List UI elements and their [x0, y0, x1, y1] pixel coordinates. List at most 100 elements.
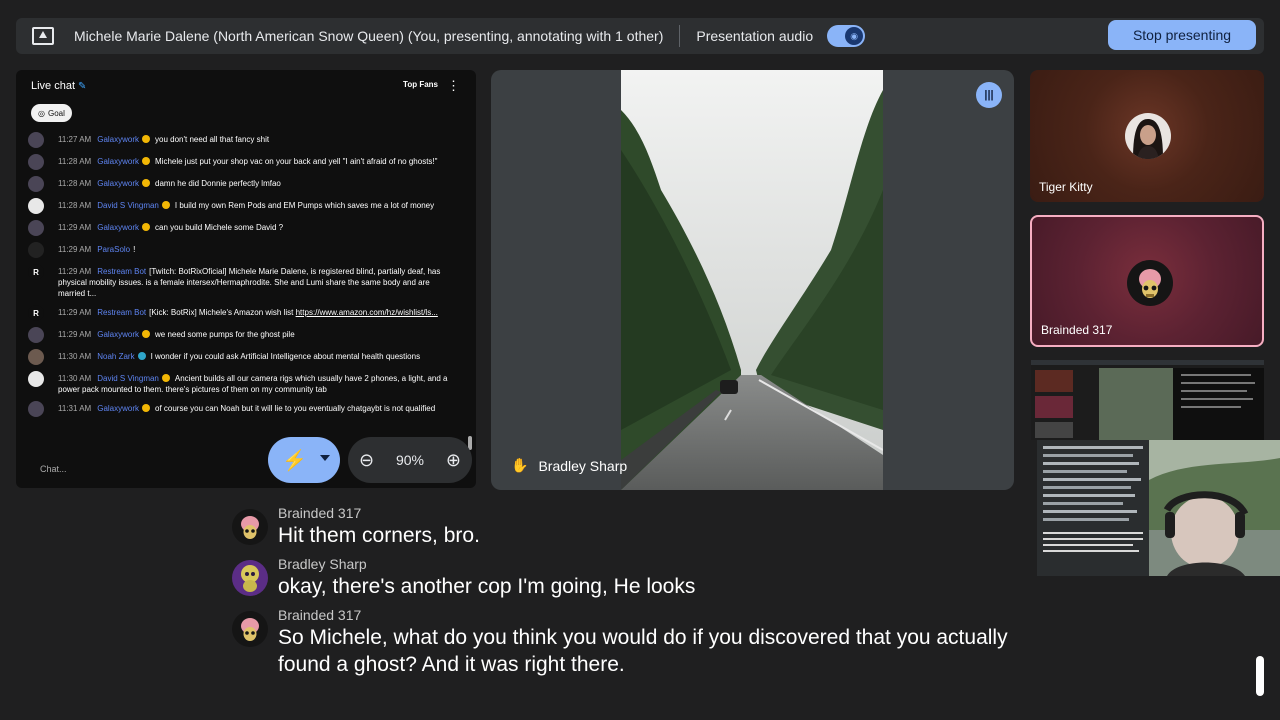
chevron-down-icon [320, 455, 330, 461]
caption-text: Hit them corners, bro. [278, 524, 480, 547]
avatar [232, 611, 268, 647]
caption-text: okay, there's another cop I'm going, He … [278, 575, 696, 598]
kebab-menu-icon[interactable]: ⋮ [447, 78, 460, 94]
presentation-audio-label: Presentation audio [696, 28, 814, 44]
zoom-level: 90% [395, 452, 424, 468]
zoom-in-icon[interactable]: ⊕ [446, 450, 461, 471]
message-author[interactable]: ParaSolo [97, 245, 130, 254]
message-author[interactable]: Galaxywork [97, 330, 139, 339]
captions-panel: Brainded 317 Hit them corners, bro. Brad… [232, 504, 1032, 684]
avatar-image [232, 611, 268, 647]
divider [679, 25, 681, 47]
road-video [621, 70, 883, 490]
webcam-image [1037, 440, 1280, 576]
avatar[interactable] [28, 371, 44, 387]
live-chat-title: Live chat [31, 80, 76, 92]
participant-name: Tiger Kitty [1039, 180, 1093, 194]
message-time: 11:31 AM [58, 404, 92, 413]
message-text: damn he did Donnie perfectly lmfao [155, 179, 281, 188]
message-author[interactable]: David S Vingman [97, 201, 159, 210]
member-badge-icon [142, 179, 151, 187]
avatar [232, 560, 268, 596]
wishlist-link[interactable]: https://www.amazon.com/hz/wishlist/ls... [296, 308, 438, 317]
present-screen-icon [32, 27, 54, 45]
list-item: 11:30 AM Noah Zark I wonder if you could a… [28, 349, 458, 365]
shared-screen-preview[interactable] [1031, 360, 1264, 440]
message-time: 11:28 AM [58, 201, 92, 210]
caption-entry: Bradley Sharp okay, there's another cop … [232, 555, 1032, 600]
participant-tile-brainded-317[interactable]: Brainded 317 [1030, 215, 1264, 347]
message-time: 11:28 AM [58, 179, 92, 188]
member-badge-icon [142, 135, 151, 143]
avatar[interactable]: R [28, 264, 44, 280]
tile-name-label: Bradley Sharp [538, 457, 628, 474]
speaking-indicator-icon: ||| [976, 82, 1002, 108]
presenting-bar: Michele Marie Dalene (North American Sno… [16, 18, 1264, 54]
avatar [1125, 113, 1171, 159]
stop-presenting-button[interactable]: Stop presenting [1108, 20, 1256, 50]
chat-input[interactable]: Chat... [30, 458, 300, 482]
message-text: can you build Michele some David ? [155, 223, 284, 232]
avatar[interactable]: R [28, 305, 44, 321]
message-time: 11:29 AM [58, 245, 92, 254]
message-text: we need some pumps for the ghost pile [155, 330, 295, 339]
message-author[interactable]: Restream Bot [97, 267, 146, 276]
avatar[interactable] [28, 401, 44, 417]
avatar-image [1125, 113, 1171, 159]
captions-scrollbar[interactable] [1256, 656, 1264, 696]
avatar[interactable] [28, 198, 44, 214]
message-time: 11:27 AM [58, 135, 92, 144]
message-author[interactable]: David S Vingman [97, 374, 159, 383]
message-text: [Kick: BotRix] Michele's Amazon wish lis… [149, 308, 296, 317]
message-time: 11:28 AM [58, 157, 92, 166]
message-time: 11:29 AM [58, 330, 92, 339]
member-badge-icon [142, 404, 151, 412]
caption-speaker: Brainded 317 [278, 607, 362, 623]
avatar[interactable] [28, 132, 44, 148]
list-item: R 11:29 AM Restream Bot [Twitch: BotRixOfi… [28, 264, 458, 299]
live-chat-header[interactable]: Live chat ✎ [31, 80, 86, 92]
message-author[interactable]: Galaxywork [97, 157, 139, 166]
avatar-image [1127, 260, 1173, 306]
message-author[interactable]: Galaxywork [97, 179, 139, 188]
message-author[interactable]: Galaxywork [97, 223, 139, 232]
avatar-image [232, 560, 268, 596]
annotate-button[interactable]: ⚡ [268, 437, 340, 483]
participant-tile-tiger-kitty[interactable]: Tiger Kitty [1030, 70, 1264, 202]
participant-name: Brainded 317 [1041, 323, 1113, 337]
presentation-audio-toggle[interactable]: ◉ [827, 25, 866, 47]
zoom-pill: ⊖ 90% ⊕ [348, 437, 472, 483]
list-item: 11:29 AM ParaSolo! [28, 242, 458, 258]
member-badge-icon [142, 157, 151, 165]
avatar[interactable] [28, 349, 44, 365]
list-item: 11:27 AM Galaxywork you don't need all tha… [28, 132, 458, 148]
message-author[interactable]: Galaxywork [97, 404, 139, 413]
message-author[interactable]: Galaxywork [97, 135, 139, 144]
message-author[interactable]: Restream Bot [97, 308, 146, 317]
avatar-image [232, 509, 268, 545]
caption-entry: Brainded 317 So Michele, what do you thi… [232, 606, 1032, 678]
avatar[interactable] [28, 327, 44, 343]
top-fans-button[interactable]: Top Fans [403, 80, 438, 89]
avatar[interactable] [28, 176, 44, 192]
road-video-frame [621, 70, 883, 490]
goal-chip[interactable]: ◎ Goal [31, 104, 72, 122]
avatar[interactable] [28, 242, 44, 258]
avatar[interactable] [28, 220, 44, 236]
main-video-tile[interactable]: ||| ✋ Bradley Sharp [491, 70, 1014, 490]
caption-speaker: Brainded 317 [278, 505, 362, 521]
message-text: I wonder if you could ask Artificial Int… [150, 352, 421, 361]
caption-text: So Michele, what do you think you would … [278, 626, 1008, 676]
audio-toggle-icon: ◉ [845, 27, 864, 45]
list-item: 11:28 AM Galaxywork damn he did Donnie per… [28, 176, 458, 192]
avatar [1127, 260, 1173, 306]
tile-name: ✋ Bradley Sharp [511, 457, 627, 474]
member-badge-icon [142, 223, 151, 231]
member-badge-icon [161, 374, 170, 382]
annotate-icon: ⚡ [282, 449, 307, 472]
caption-entry: Brainded 317 Hit them corners, bro. [232, 504, 1032, 549]
zoom-out-icon[interactable]: ⊖ [359, 450, 374, 471]
avatar[interactable] [28, 154, 44, 170]
message-author[interactable]: Noah Zark [97, 352, 134, 361]
screen-preview-image [1031, 360, 1264, 440]
